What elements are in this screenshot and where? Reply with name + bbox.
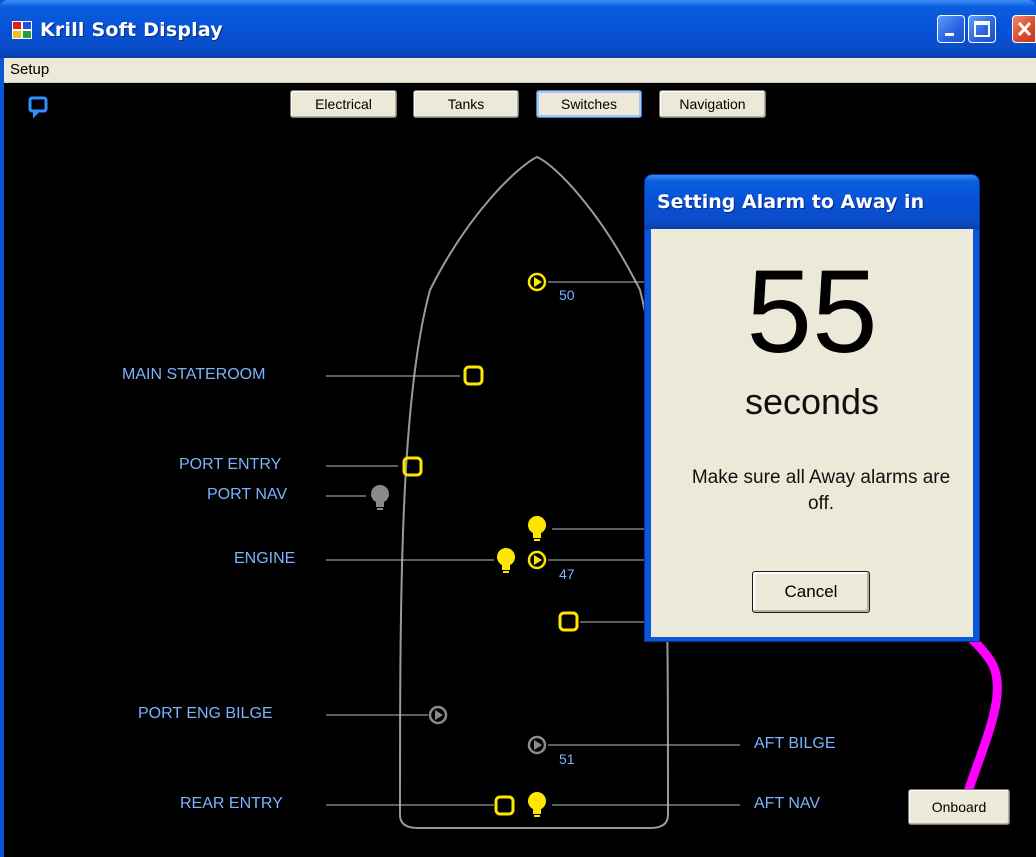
label-engine: ENGINE bbox=[234, 550, 296, 567]
cancel-button[interactable]: Cancel bbox=[752, 571, 870, 613]
dialog-body: 55 seconds Make sure all Away alarms are… bbox=[651, 229, 973, 637]
dialog-message: Make sure all Away alarms are off. bbox=[691, 467, 951, 514]
engine-bulb-icon bbox=[497, 548, 515, 573]
aft-nav-bulb-icon bbox=[528, 792, 546, 817]
onboard-button[interactable]: Onboard bbox=[908, 789, 1010, 825]
label-aft-nav: AFT NAV bbox=[754, 795, 821, 812]
hull-outline bbox=[398, 155, 670, 829]
bow-pump-reading: 50 bbox=[559, 287, 575, 303]
label-rear-entry: REAR ENTRY bbox=[180, 795, 283, 812]
label-port-nav: PORT NAV bbox=[207, 486, 288, 503]
rear-entry-switch-icon bbox=[494, 795, 515, 816]
dialog-title: Setting Alarm to Away in bbox=[657, 191, 925, 213]
bulb-icon bbox=[528, 516, 546, 541]
main-stateroom-switch-icon bbox=[463, 365, 484, 386]
label-aft-bilge: AFT BILGE bbox=[754, 735, 836, 752]
label-port-eng-bilge: PORT ENG BILGE bbox=[138, 705, 273, 722]
switch-square-icon bbox=[558, 611, 579, 632]
aft-bilge-pump-reading: 51 bbox=[559, 751, 575, 767]
port-eng-bilge-pump-icon bbox=[428, 705, 448, 725]
engine-pump-reading: 47 bbox=[559, 566, 575, 582]
bow-pump-icon bbox=[527, 272, 547, 292]
countdown-unit: seconds bbox=[744, 381, 880, 422]
label-main-stateroom: MAIN STATEROOM bbox=[122, 366, 266, 383]
countdown-value: 55 bbox=[746, 246, 878, 378]
away-alarm-dialog: Setting Alarm to Away in 55 seconds Make… bbox=[644, 174, 980, 642]
dialog-title-bar[interactable]: Setting Alarm to Away in bbox=[645, 175, 979, 229]
port-nav-bulb-icon bbox=[371, 485, 389, 510]
engine-pump-icon bbox=[527, 550, 547, 570]
label-port-entry: PORT ENTRY bbox=[179, 456, 282, 473]
aft-bilge-pump-icon bbox=[527, 735, 547, 755]
